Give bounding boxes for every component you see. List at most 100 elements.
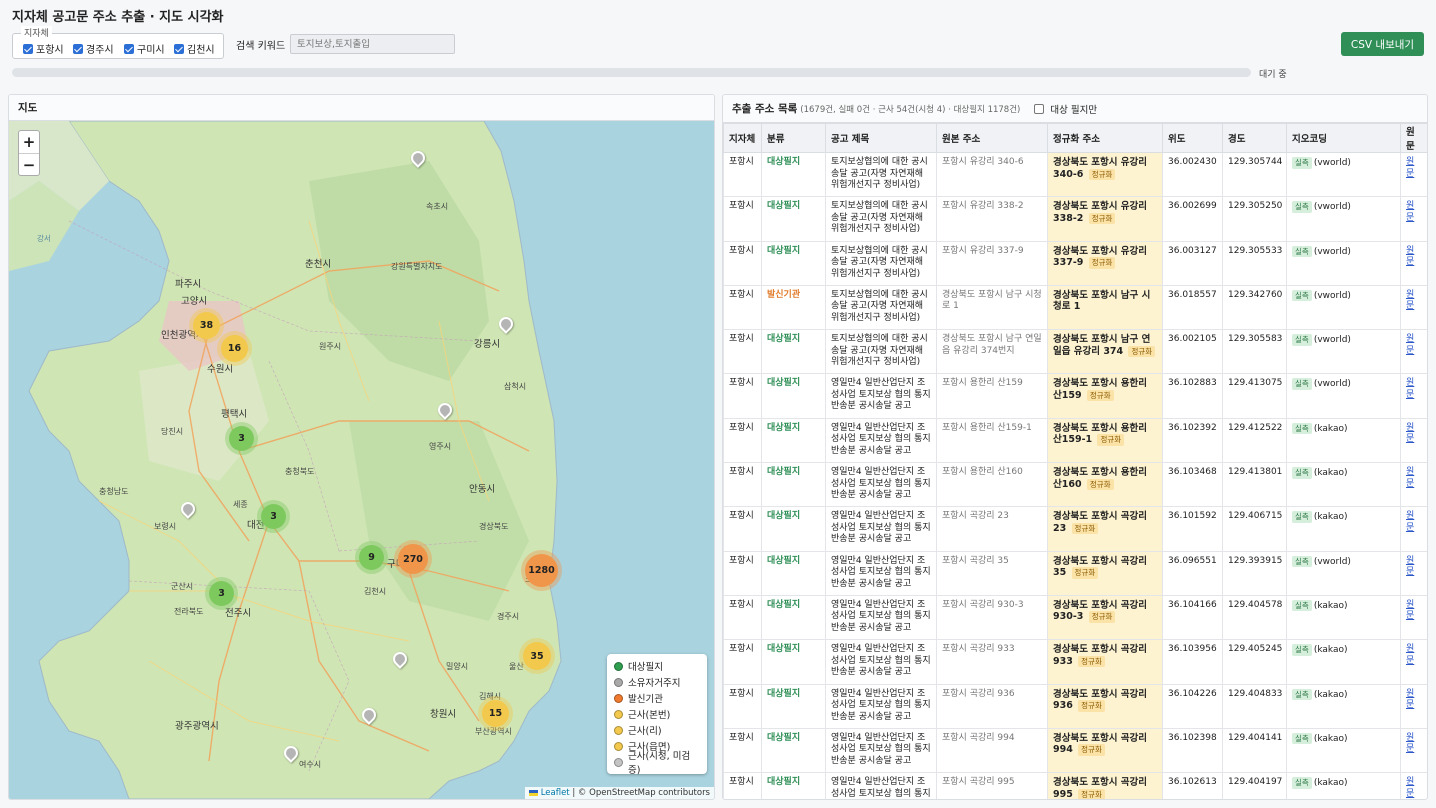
- column-header[interactable]: 정규화 주소: [1047, 123, 1163, 153]
- table-row[interactable]: 포항시대상필지영일만4 일반산업단지 조성사업 토지보상 협의 통지 반송분 공…: [723, 639, 1427, 685]
- geocode-badge: 실측: [1292, 467, 1312, 479]
- source-link[interactable]: 원문: [1406, 334, 1414, 356]
- cluster-marker[interactable]: 3: [261, 504, 286, 529]
- csv-export-button[interactable]: CSV 내보내기: [1341, 32, 1424, 56]
- map-attribution: Leaflet | © OpenStreetMap contributors: [525, 787, 714, 799]
- column-header[interactable]: 위도: [1162, 123, 1223, 153]
- checkbox-icon[interactable]: [1034, 103, 1045, 114]
- city-checkbox-gumi[interactable]: 구미시: [124, 41, 165, 56]
- cluster-marker[interactable]: 38: [193, 312, 220, 339]
- checkbox-icon[interactable]: [124, 43, 134, 54]
- table-row[interactable]: 포항시 대상필지 토지보상협의에 대한 공시송달 공고(자명 자연재해위험개선지구 …: [723, 329, 1427, 375]
- checkbox-icon[interactable]: [174, 43, 184, 54]
- table-row[interactable]: 포항시대상필지영일만4 일반산업단지 조성사업 토지보상 협의 통지 반송분 공…: [723, 772, 1427, 799]
- cluster-marker[interactable]: 1280: [525, 554, 558, 587]
- legend-item: 근사(리): [614, 722, 700, 738]
- city-checkbox-pohang[interactable]: 포항시: [23, 41, 64, 56]
- map-label: 보령시: [154, 522, 177, 531]
- source-link[interactable]: 원문: [1406, 556, 1414, 578]
- cell-longitude: 129.404833: [1222, 683, 1287, 729]
- cell-source-link: 원문: [1400, 594, 1427, 641]
- table-row[interactable]: 포항시대상필지영일만4 일반산업단지 조성사업 토지보상 협의 통지 반송분 공…: [723, 594, 1427, 641]
- source-link[interactable]: 원문: [1406, 467, 1414, 489]
- normalized-badge: 정규화: [1088, 257, 1116, 269]
- legend-label: 대상필지: [628, 662, 663, 673]
- map-label: 충청북도: [285, 467, 315, 476]
- zoom-in-button[interactable]: +: [19, 131, 39, 153]
- column-header[interactable]: 지자체: [723, 123, 762, 153]
- cell-original-address: 포항시 곡강리 933: [936, 639, 1048, 685]
- table-row[interactable]: 포항시대상필지영일만4 일반산업단지 조성사업 토지보상 협의 통지 반송분 공…: [723, 373, 1427, 419]
- column-header[interactable]: 지오코딩: [1286, 123, 1401, 153]
- keyword-input[interactable]: [290, 34, 455, 54]
- cluster-marker[interactable]: 16: [221, 335, 248, 362]
- cluster-marker[interactable]: 3: [209, 581, 234, 606]
- source-link[interactable]: 원문: [1406, 689, 1414, 711]
- table-row[interactable]: 포항시대상필지영일만4 일반산업단지 조성사업 토지보상 협의 통지 반송분 공…: [723, 550, 1427, 596]
- cell-normalized-address: 경상북도 포항시 곡강리 995 정규화: [1047, 772, 1163, 799]
- column-header[interactable]: 경도: [1222, 123, 1287, 153]
- cell-city: 포항시: [723, 462, 762, 508]
- city-checkbox-gimcheon[interactable]: 김천시: [174, 41, 215, 56]
- cell-city: 포항시: [723, 683, 762, 729]
- cell-source-link: 원문: [1400, 683, 1427, 729]
- source-link[interactable]: 원문: [1406, 511, 1414, 533]
- column-header[interactable]: 원본 주소: [936, 123, 1048, 153]
- cell-category: 발신기관: [761, 284, 826, 331]
- leaflet-link[interactable]: Leaflet: [541, 788, 570, 798]
- table-row[interactable]: 포항시 발신기관 토지보상협의에 대한 공시송달 공고(자명 자연재해위험개선지구 …: [723, 284, 1427, 331]
- table-row[interactable]: 포항시대상필지영일만4 일반산업단지 조성사업 토지보상 협의 통지 반송분 공…: [723, 506, 1427, 552]
- list-header: 추출 주소 목록 (1679건, 실패 0건 · 근사 54건(시청 4) · …: [723, 95, 1427, 123]
- column-header[interactable]: 공고 제목: [825, 123, 937, 153]
- geocode-badge: 실측: [1292, 289, 1312, 302]
- table-row[interactable]: 포항시 대상필지 토지보상협의에 대한 공시송달 공고(자명 자연재해위험개선지구 …: [723, 240, 1427, 286]
- table-row[interactable]: 포항시대상필지영일만4 일반산업단지 조성사업 토지보상 협의 통지 반송분 공…: [723, 417, 1427, 464]
- geocode-source: (kakao): [1313, 423, 1348, 434]
- source-link[interactable]: 원문: [1406, 157, 1414, 179]
- cluster-marker[interactable]: 3: [229, 426, 254, 451]
- source-link[interactable]: 원문: [1406, 733, 1414, 755]
- geocode-source: (kakao): [1313, 600, 1348, 611]
- cell-latitude: 36.002430: [1162, 151, 1223, 198]
- checkbox-icon[interactable]: [73, 43, 83, 54]
- cluster-marker[interactable]: 35: [523, 642, 551, 670]
- progress-status: 대기 중: [1259, 70, 1287, 80]
- target-only-checkbox[interactable]: 대상 필지만: [1034, 102, 1097, 116]
- column-header[interactable]: 분류: [761, 123, 826, 153]
- cluster-marker[interactable]: 9: [359, 545, 384, 570]
- checkbox-icon[interactable]: [23, 43, 33, 54]
- map-canvas[interactable]: + − 속초시 춘천시 강릉시 강원특별자치도 파주시 고양시 인천광역시 수원…: [9, 121, 714, 799]
- table-scroll[interactable]: 지자체 분류 공고 제목 원본 주소 정규화 주소 위도 경도 지오코딩 원문 포항시 대상필지 토…: [723, 123, 1427, 799]
- cell-source-link: 원문: [1400, 462, 1427, 508]
- source-link[interactable]: 원문: [1406, 201, 1414, 223]
- source-link[interactable]: 원문: [1406, 644, 1414, 666]
- source-link[interactable]: 원문: [1406, 600, 1414, 622]
- map-label: 원주시: [319, 342, 342, 351]
- source-link[interactable]: 원문: [1406, 290, 1414, 312]
- legend-item: 발신기관: [614, 690, 700, 706]
- map-label: 군산시: [171, 582, 194, 591]
- map-label: 경주시: [497, 612, 520, 621]
- cluster-marker[interactable]: 15: [482, 700, 509, 727]
- cell-normalized-address: 경상북도 포항시 용한리 산159 정규화: [1047, 373, 1163, 419]
- source-link[interactable]: 원문: [1406, 246, 1414, 268]
- geocode-badge: 실측: [1292, 555, 1312, 568]
- cell-source-link: 원문: [1400, 506, 1427, 552]
- source-link[interactable]: 원문: [1406, 378, 1414, 400]
- column-header[interactable]: 원문: [1400, 123, 1427, 153]
- city-checkbox-gyeongju[interactable]: 경주시: [73, 41, 114, 56]
- normalized-badge: 정규화: [1078, 744, 1105, 756]
- table-row[interactable]: 포항시대상필지영일만4 일반산업단지 조성사업 토지보상 협의 통지 반송분 공…: [723, 683, 1427, 729]
- source-link[interactable]: 원문: [1406, 423, 1414, 445]
- source-link[interactable]: 원문: [1406, 777, 1414, 799]
- table-row[interactable]: 포항시대상필지영일만4 일반산업단지 조성사업 토지보상 협의 통지 반송분 공…: [723, 727, 1427, 774]
- cluster-marker[interactable]: 270: [398, 544, 428, 574]
- legend-label: 소유자거주지: [628, 678, 681, 689]
- geocode-source: (kakao): [1313, 733, 1348, 744]
- table-row[interactable]: 포항시 대상필지 토지보상협의에 대한 공시송달 공고(자명 자연재해위험개선지구 …: [723, 196, 1427, 242]
- table-row[interactable]: 포항시 대상필지 토지보상협의에 대한 공시송달 공고(자명 자연재해위험개선지구 …: [723, 151, 1427, 198]
- cell-source-link: 원문: [1400, 240, 1427, 286]
- zoom-out-button[interactable]: −: [19, 153, 39, 175]
- table-row[interactable]: 포항시대상필지영일만4 일반산업단지 조성사업 토지보상 협의 통지 반송분 공…: [723, 462, 1427, 508]
- cell-normalized-address: 경상북도 포항시 용한리 산159-1 정규화: [1047, 417, 1163, 464]
